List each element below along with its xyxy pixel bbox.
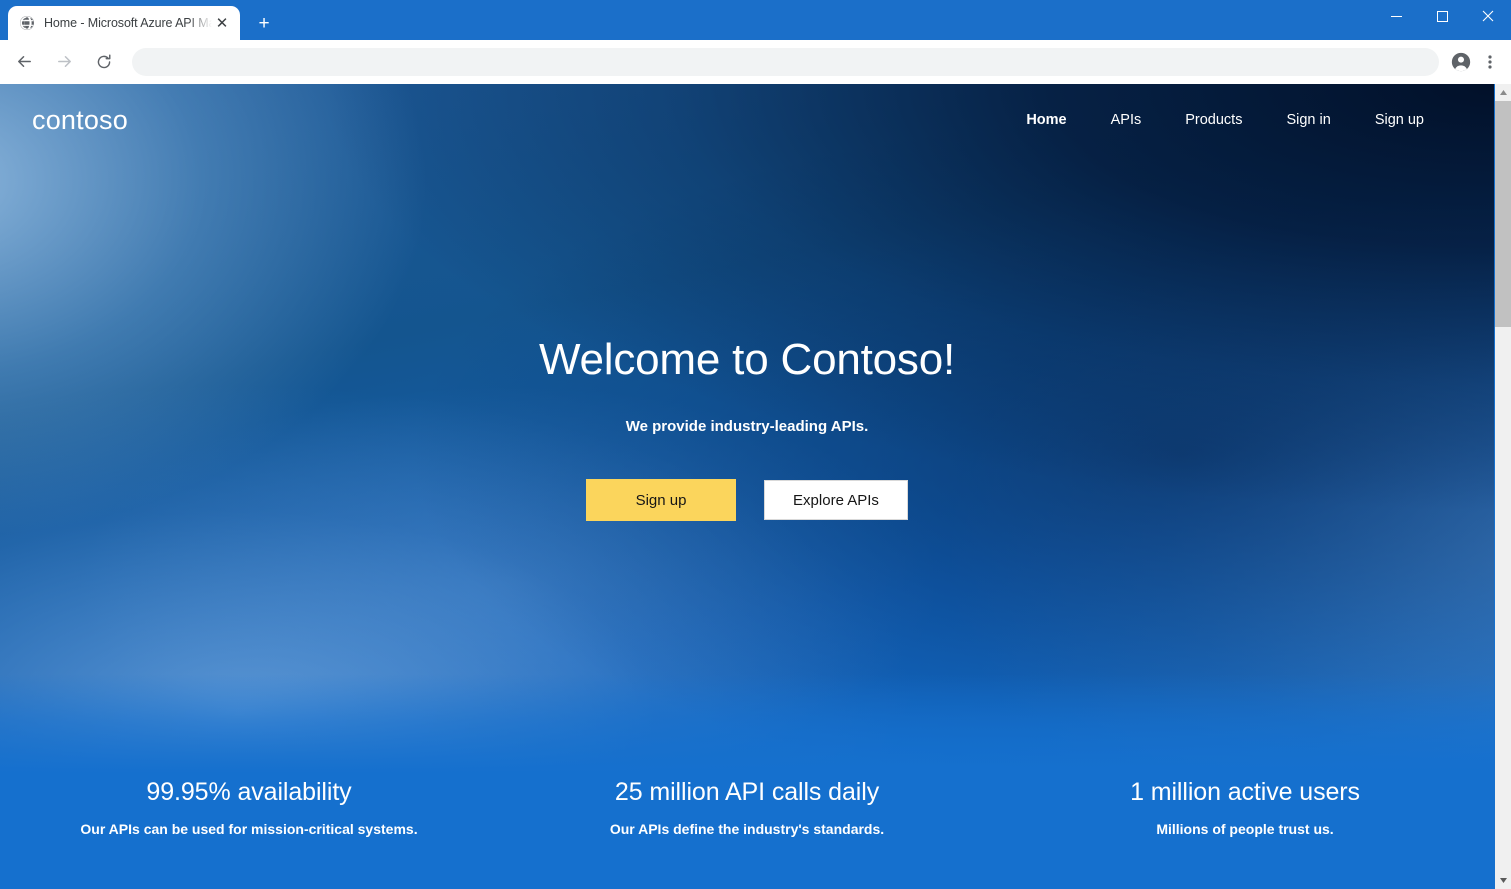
site-header: contoso Home APIs Products Sign in Sign …	[0, 84, 1494, 156]
close-tab-icon[interactable]: ✕	[212, 13, 232, 33]
address-bar[interactable]	[132, 47, 1439, 76]
browser-tab-title: Home - Microsoft Azure API Man	[44, 16, 212, 30]
page-title: Welcome to Contoso!	[538, 335, 956, 384]
stat-active-users: 1 million active users Millions of peopl…	[996, 777, 1494, 837]
scroll-up-icon[interactable]	[1495, 84, 1511, 101]
window-controls	[1373, 0, 1511, 32]
hero-content: contoso Home APIs Products Sign in Sign …	[0, 84, 1494, 889]
globe-icon	[18, 15, 35, 32]
maximize-icon[interactable]	[1419, 0, 1465, 32]
stat-value: 1 million active users	[1130, 778, 1360, 806]
nav-item-sign-in[interactable]: Sign in	[1264, 104, 1352, 136]
close-icon[interactable]	[1465, 0, 1511, 32]
browser-titlebar: Home - Microsoft Azure API Man ✕ +	[0, 0, 1511, 40]
stat-description: Millions of people trust us.	[1156, 821, 1334, 837]
stat-description: Our APIs define the industry's standards…	[609, 821, 885, 837]
browser-toolbar	[0, 40, 1511, 84]
stat-value: 25 million API calls daily	[614, 778, 880, 806]
page-viewport: contoso Home APIs Products Sign in Sign …	[0, 84, 1511, 889]
main-navigation: Home APIs Products Sign in Sign up	[1004, 104, 1446, 136]
nav-item-products[interactable]: Products	[1163, 104, 1264, 136]
reload-icon[interactable]	[86, 44, 122, 80]
contoso-logo[interactable]: contoso	[32, 106, 128, 134]
back-arrow-icon[interactable]	[6, 44, 42, 80]
explore-apis-button[interactable]: Explore APIs	[764, 480, 908, 521]
sign-up-button[interactable]: Sign up	[586, 479, 736, 522]
forward-arrow-icon	[46, 44, 82, 80]
nav-item-sign-up[interactable]: Sign up	[1353, 104, 1446, 136]
hero-section: Welcome to Contoso! We provide industry-…	[0, 156, 1494, 777]
minimize-icon[interactable]	[1373, 0, 1419, 32]
stat-value: 99.95% availability	[146, 778, 352, 806]
contoso-developer-portal: contoso Home APIs Products Sign in Sign …	[0, 84, 1494, 889]
browser-tab[interactable]: Home - Microsoft Azure API Man ✕	[8, 6, 240, 40]
hero-subtitle: We provide industry-leading APIs.	[625, 418, 869, 436]
scrollbar-track[interactable]	[1495, 101, 1511, 872]
stat-api-calls: 25 million API calls daily Our APIs defi…	[498, 777, 996, 837]
stat-description: Our APIs can be used for mission-critica…	[80, 821, 418, 837]
new-tab-button[interactable]: +	[250, 9, 278, 37]
profile-icon[interactable]	[1445, 46, 1477, 78]
scroll-down-icon[interactable]	[1495, 872, 1511, 889]
stats-section: 99.95% availability Our APIs can be used…	[0, 777, 1494, 889]
nav-item-apis[interactable]: APIs	[1089, 104, 1164, 136]
hero-actions: Sign up Explore APIs	[586, 479, 908, 522]
stat-availability: 99.95% availability Our APIs can be used…	[0, 777, 498, 837]
page-scrollbar[interactable]	[1494, 84, 1511, 889]
browser-window: Home - Microsoft Azure API Man ✕ + conto…	[0, 0, 1511, 889]
kebab-menu-icon[interactable]	[1477, 46, 1503, 78]
scrollbar-thumb[interactable]	[1495, 101, 1511, 327]
nav-item-home[interactable]: Home	[1004, 104, 1088, 136]
